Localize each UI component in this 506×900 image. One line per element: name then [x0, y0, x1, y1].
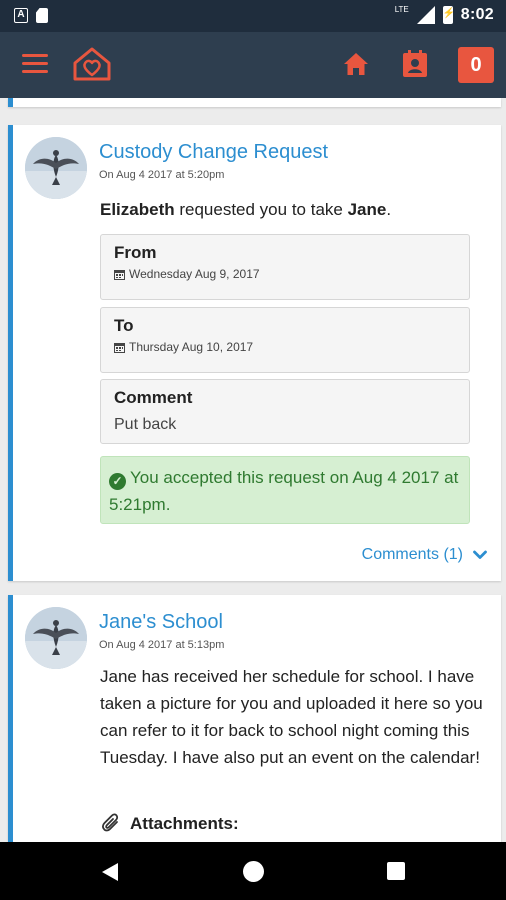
comments-toggle[interactable]: Comments (1)	[362, 546, 487, 564]
network-type: LTE	[394, 5, 409, 14]
avatar-bird-icon	[25, 137, 87, 199]
avatar[interactable]	[25, 607, 87, 669]
request-end: .	[386, 200, 392, 219]
signal-icon	[416, 6, 435, 24]
avatar-bird-icon	[25, 607, 87, 669]
comment-box: Comment Put back	[100, 379, 470, 444]
to-date: Thursday Aug 10, 2017	[114, 340, 456, 354]
app-bar: 0	[0, 32, 506, 98]
post-body: Jane has received her schedule for schoo…	[100, 667, 483, 767]
status-system: LTE 8:02	[395, 6, 494, 24]
from-box: From Wednesday Aug 9, 2017	[100, 234, 470, 300]
comment-value: Put back	[114, 416, 177, 433]
calendar-icon	[114, 342, 125, 353]
sd-card-icon	[36, 8, 48, 23]
comment-label: Comment	[114, 388, 193, 407]
to-date-text: Thursday Aug 10, 2017	[129, 340, 254, 354]
calendar-icon	[114, 269, 125, 280]
recent-apps-icon[interactable]	[387, 862, 405, 880]
notification-count-badge[interactable]: 0	[458, 47, 494, 83]
to-box: To Thursday Aug 10, 2017	[100, 307, 470, 373]
post-card: Jane's School On Aug 4 2017 at 5:13pm Ja…	[8, 595, 501, 842]
hamburger-menu-icon[interactable]	[22, 54, 48, 74]
system-navigation-bar	[0, 842, 506, 900]
status-bar: A LTE 8:02	[0, 0, 506, 32]
home-circle-icon[interactable]	[243, 861, 264, 882]
activity-feed[interactable]: Custody Change Request On Aug 4 2017 at …	[0, 98, 506, 842]
comments-link-text: Comments (1)	[361, 546, 463, 563]
app-notification-icon: A	[14, 8, 28, 23]
calendar-contact-icon[interactable]	[402, 50, 428, 78]
from-label: From	[114, 243, 157, 262]
previous-card	[8, 98, 501, 107]
back-icon[interactable]	[100, 862, 120, 882]
custody-request-card: Custody Change Request On Aug 4 2017 at …	[8, 125, 501, 581]
accepted-status: ✓ You accepted this request on Aug 4 2017…	[100, 456, 470, 524]
request-middle: requested you to take	[174, 200, 348, 219]
app-logo-icon	[73, 47, 111, 81]
avatar[interactable]	[25, 137, 87, 199]
status-notifications: A	[14, 8, 48, 23]
request-text: Elizabeth requested you to take Jane.	[100, 200, 391, 220]
status-time: 8:02	[460, 6, 494, 23]
from-date: Wednesday Aug 9, 2017	[114, 267, 456, 281]
card-title[interactable]: Jane's School	[99, 611, 223, 634]
check-circle-icon: ✓	[109, 473, 126, 490]
paperclip-icon	[102, 813, 119, 832]
card-date: On Aug 4 2017 at 5:13pm	[99, 639, 225, 651]
from-date-text: Wednesday Aug 9, 2017	[129, 267, 260, 281]
attachments-header[interactable]: Attachments:	[100, 813, 239, 835]
requester-name: Elizabeth	[100, 200, 175, 219]
home-icon[interactable]	[343, 52, 369, 76]
attachments-label: Attachments:	[130, 814, 239, 833]
child-name: Jane	[347, 200, 387, 219]
accepted-text: You accepted this request on Aug 4 2017 …	[109, 468, 459, 514]
card-title[interactable]: Custody Change Request	[99, 141, 328, 164]
battery-charging-icon	[442, 6, 453, 24]
card-date: On Aug 4 2017 at 5:20pm	[99, 169, 225, 181]
to-label: To	[114, 316, 134, 335]
chevron-down-icon	[473, 550, 487, 559]
